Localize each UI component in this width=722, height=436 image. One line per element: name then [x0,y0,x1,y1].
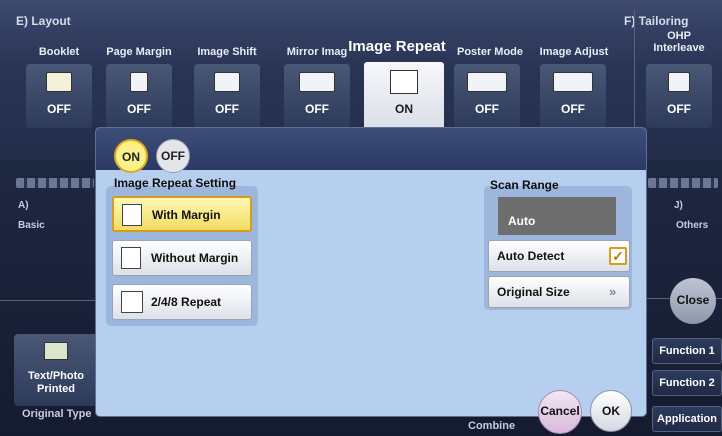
auto-detect-button[interactable]: Auto Detect ✓ [488,240,630,272]
tab-image-repeat-label: Image Repeat [348,38,446,55]
scan-range-title: Scan Range [490,178,559,192]
image-shift-icon [214,72,240,92]
page-margin-icon [130,72,148,92]
tab-page-margin-label: Page Margin [106,46,172,58]
function-1-button[interactable]: Function 1 [652,338,722,364]
booklet-value: OFF [47,102,71,116]
left-panel-tab-strip [16,178,94,188]
ohp-interleave-icon [668,72,690,92]
booklet-icon [46,72,72,92]
tab-poster-mode-label: Poster Mode [456,46,523,58]
repeat-248-button[interactable]: 2/4/8 Repeat [112,284,252,320]
text-photo-icon [44,342,68,360]
function-2-button[interactable]: Function 2 [652,370,722,396]
section-j-label: J) [674,200,683,211]
tab-image-adjust-label: Image Adjust [539,46,609,58]
original-size-label: Original Size [497,285,570,299]
image-repeat-setting-title: Image Repeat Setting [114,176,237,190]
repeat-248-label: 2/4/8 Repeat [151,295,222,309]
auto-detect-label: Auto Detect [497,249,565,263]
page-margin-value: OFF [127,102,151,116]
mirror-image-icon [299,72,335,92]
mirror-image-value: OFF [305,102,329,116]
tab-mirror-image-label: Mirror Imag [286,46,348,58]
auto-detect-checkbox[interactable]: ✓ [609,247,627,265]
with-margin-icon [122,204,142,226]
section-a-label: A) [18,200,29,211]
poster-mode-icon [467,72,507,92]
tab-booklet[interactable]: OFF [26,64,92,128]
tab-image-shift-label: Image Shift [197,46,257,58]
tab-ohp-interleave[interactable]: OFF [646,64,712,128]
original-type-label-2: Printed [37,383,75,395]
image-shift-value: OFF [215,102,239,116]
scan-range-value: Auto [508,214,536,228]
close-button[interactable]: Close [670,278,716,324]
off-toggle[interactable]: OFF [156,139,190,173]
application-button[interactable]: Application [652,406,722,432]
image-adjust-value: OFF [561,102,585,116]
with-margin-button[interactable]: With Margin [112,196,252,232]
tab-image-adjust[interactable]: OFF [540,64,606,128]
section-layout-label: E) Layout [16,14,71,28]
tab-mirror-image[interactable]: OFF [284,64,350,128]
without-margin-label: Without Margin [151,251,239,265]
original-type-button[interactable]: Text/Photo Printed [14,334,98,406]
scan-range-display: Auto [498,197,616,235]
cancel-button[interactable]: Cancel [538,390,582,434]
section-others-label[interactable]: Others [676,220,708,231]
left-divider [0,300,96,301]
without-margin-icon [121,247,141,269]
tab-page-margin[interactable]: OFF [106,64,172,128]
tab-image-shift[interactable]: OFF [194,64,260,128]
ohp-interleave-value: OFF [667,102,691,116]
ok-button[interactable]: OK [590,390,632,432]
image-repeat-value: ON [395,102,413,116]
section-basic-label[interactable]: Basic [18,220,45,231]
tab-booklet-label: Booklet [38,46,80,58]
original-size-button[interactable]: Original Size » [488,276,630,308]
image-adjust-icon [553,72,593,92]
double-chevron-right-icon: » [609,284,617,299]
tab-poster-mode[interactable]: OFF [454,64,520,128]
section-divider [634,10,635,130]
tab-ohp-interleave-label: OHP Interleave [653,30,705,54]
tab-image-repeat[interactable]: ON [364,62,444,132]
image-repeat-icon [390,70,418,94]
repeat-248-icon [121,291,143,313]
right-panel-tab-strip [648,178,718,188]
poster-mode-value: OFF [475,102,499,116]
with-margin-label: With Margin [152,208,221,222]
combine-caption: Combine [468,420,516,432]
on-toggle[interactable]: ON [114,139,148,173]
without-margin-button[interactable]: Without Margin [112,240,252,276]
original-type-caption: Original Type [22,408,92,420]
original-type-label-1: Text/Photo [27,370,84,382]
